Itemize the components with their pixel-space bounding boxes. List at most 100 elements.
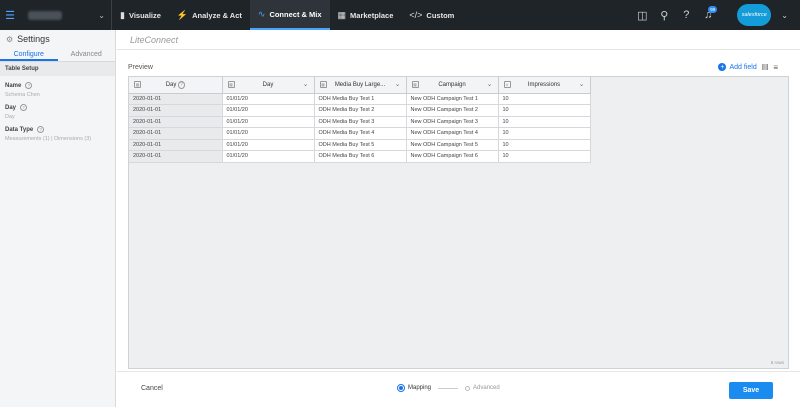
field-value-day[interactable]: Day (0, 111, 115, 120)
table-cell: ODH Media Buy Test 4 (314, 127, 407, 140)
chevron-down-icon: ⌄ (98, 10, 105, 20)
column-header-impressions[interactable]: # Impressions ⌄ (498, 77, 591, 94)
table-cell: 2020-01-01 (129, 127, 223, 140)
help-icon[interactable]: ? (178, 80, 185, 89)
grid-icon: ▦ (337, 9, 347, 20)
table-cell: ODH Media Buy Test 2 (314, 104, 407, 117)
chevron-down-icon[interactable]: ⌄ (579, 80, 585, 88)
column-header-campaign[interactable]: ▦ Campaign ⌄ (406, 77, 499, 94)
help-icon[interactable]: ? (25, 82, 33, 89)
tab-visualize[interactable]: ▮ Visualize (112, 0, 169, 30)
lightning-icon: ⚡ (176, 9, 189, 20)
tab-connect-mix[interactable]: ∿ Connect & Mix (249, 0, 330, 30)
section-table-setup: Table Setup (0, 62, 115, 76)
table-header-row: ▦ Day ? ▦ Day ⌄ ▦ Media Buy Large... ⌄ ▦… (129, 77, 591, 94)
column-header-day-1[interactable]: ▦ Day ? (129, 77, 223, 94)
table-cell: ODH Media Buy Test 3 (314, 116, 407, 128)
table-cell: 01/01/20 (222, 93, 315, 105)
table-cell: ODH Media Buy Test 6 (314, 150, 407, 163)
table-cell: New ODH Campaign Test 1 (406, 93, 499, 105)
connect-icon: ∿ (257, 8, 266, 19)
plus-icon: + (718, 63, 727, 71)
field-label-data-type: Data Type ? (0, 120, 115, 133)
preview-label: Preview (128, 63, 153, 71)
cancel-button[interactable]: Cancel (141, 385, 163, 392)
table-cell: 01/01/20 (222, 127, 315, 140)
step-mapping-label[interactable]: Mapping (408, 385, 431, 391)
preview-bar: Preview + Add field ‖‖ ≡ (128, 60, 778, 74)
column-header-media-buy[interactable]: ▦ Media Buy Large... ⌄ (314, 77, 407, 94)
notification-badge: 99 (708, 6, 718, 13)
table-cell: 10 (498, 150, 591, 163)
table-cell: 01/01/20 (222, 116, 315, 128)
table-cell: 10 (498, 104, 591, 117)
step-advanced-indicator[interactable] (465, 385, 471, 391)
stepper: Mapping Advanced (397, 384, 500, 392)
tab-advanced[interactable]: Advanced (58, 48, 116, 61)
table-cell: 10 (498, 139, 591, 151)
help-icon[interactable]: ? (37, 126, 45, 133)
calendar-icon: ▦ (134, 81, 141, 88)
chevron-down-icon[interactable]: ⌄ (395, 80, 401, 88)
add-field-button[interactable]: + Add field (718, 63, 757, 71)
table-cell: 01/01/20 (222, 139, 315, 151)
field-label-name: Name ? (0, 76, 115, 89)
field-value-name[interactable]: Schema Chen (0, 89, 115, 98)
row-count: 6 rows (770, 360, 784, 365)
bell-icon[interactable]: ♫ 99 (697, 0, 719, 30)
search-icon[interactable]: ⚲ (653, 0, 675, 30)
table-cell: ODH Media Buy Test 1 (314, 93, 407, 105)
chevron-down-icon[interactable]: ⌄ (303, 80, 309, 88)
step-mapping-indicator[interactable] (397, 384, 405, 392)
cube-icon[interactable]: ◫ (631, 0, 653, 30)
table-cell: 10 (498, 93, 591, 105)
chevron-down-icon[interactable]: ⌄ (781, 11, 788, 20)
main-panel: LiteConnect Preview + Add field ‖‖ ≡ ▦ D… (117, 30, 800, 407)
settings-header: ⚙ Settings (0, 30, 115, 48)
table-cell: 2020-01-01 (129, 104, 223, 117)
table-cell: 2020-01-01 (129, 93, 223, 105)
save-button[interactable]: Save (729, 382, 773, 399)
table-cell: New ODH Campaign Test 5 (406, 139, 499, 151)
tab-custom[interactable]: </> Custom (401, 0, 462, 30)
table-cell: New ODH Campaign Test 3 (406, 116, 499, 128)
tab-configure[interactable]: Configure (0, 48, 58, 61)
help-icon[interactable]: ? (675, 0, 697, 30)
preview-table: ▦ Day ? ▦ Day ⌄ ▦ Media Buy Large... ⌄ ▦… (128, 76, 789, 369)
table-row: 2020-01-01 01/01/20 ODH Media Buy Test 2… (129, 104, 591, 117)
table-row: 2020-01-01 01/01/20 ODH Media Buy Test 5… (129, 139, 591, 151)
tab-analyze-act[interactable]: ⚡ Analyze & Act (169, 0, 250, 30)
help-icon[interactable]: ? (20, 104, 28, 111)
table-cell: ODH Media Buy Test 5 (314, 139, 407, 151)
tab-marketplace[interactable]: ▦ Marketplace (330, 0, 402, 30)
org-name-blurred (28, 10, 62, 20)
calendar-icon: ▦ (227, 81, 235, 88)
column-header-day-2[interactable]: ▦ Day ⌄ (222, 77, 315, 94)
table-cell: 2020-01-01 (129, 150, 223, 163)
table-cell: New ODH Campaign Test 4 (406, 127, 499, 140)
chevron-down-icon[interactable]: ⌄ (487, 80, 493, 88)
columns-view-icon[interactable]: ‖‖ (762, 63, 769, 72)
org-switcher[interactable]: ⌄ (20, 0, 112, 30)
table-row: 2020-01-01 01/01/20 ODH Media Buy Test 1… (129, 93, 591, 105)
menu-icon[interactable]: ☰ (0, 0, 20, 30)
salesforce-logo[interactable]: salesforce (737, 4, 772, 26)
top-nav: ☰ ⌄ ▮ Visualize ⚡ Analyze & Act ∿ Connec… (0, 0, 800, 30)
table-cell: New ODH Campaign Test 6 (406, 150, 499, 163)
list-view-icon[interactable]: ≡ (773, 63, 778, 72)
step-advanced-label[interactable]: Advanced (473, 385, 500, 391)
footer-bar: Cancel Mapping Advanced Save (117, 371, 800, 407)
settings-tabs: Configure Advanced (0, 48, 115, 62)
settings-title: Settings (17, 34, 50, 44)
table-cell: New ODH Campaign Test 2 (406, 104, 499, 117)
gear-icon: ⚙ (6, 34, 14, 44)
page-title: LiteConnect (117, 30, 800, 50)
table-cell: 01/01/20 (222, 104, 315, 117)
step-connector (438, 387, 459, 389)
number-type-icon: # (503, 81, 511, 88)
field-value-data-type: Measurements (1) | Dimensions (3) (5, 136, 92, 142)
table-row: 2020-01-01 01/01/20 ODH Media Buy Test 3… (129, 116, 591, 128)
data-table: ▦ Day ? ▦ Day ⌄ ▦ Media Buy Large... ⌄ ▦… (129, 77, 591, 163)
text-type-icon: ▦ (411, 81, 419, 88)
table-cell: 01/01/20 (222, 150, 315, 163)
